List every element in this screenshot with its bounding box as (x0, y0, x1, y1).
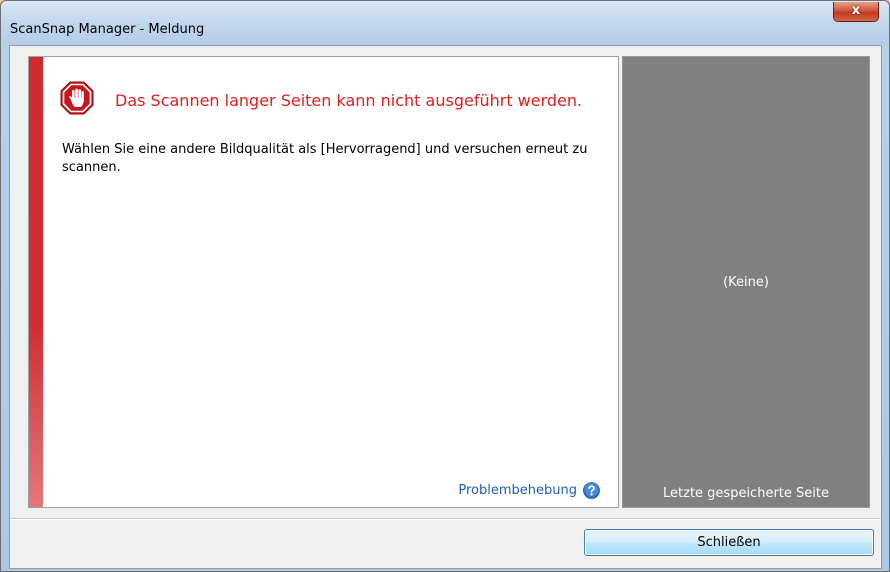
error-description: Wählen Sie eine andere Bildqualität als … (62, 142, 588, 175)
troubleshooting-link-label: Problembehebung (458, 483, 577, 498)
title-bar[interactable]: ScanSnap Manager - Meldung x (1, 1, 889, 45)
window-title: ScanSnap Manager - Meldung (10, 22, 205, 37)
message-dialog-window: ScanSnap Manager - Meldung x Das Scannen (0, 0, 890, 572)
error-headline: Das Scannen langer Seiten kann nicht aus… (115, 91, 583, 110)
window-close-button[interactable]: x (833, 2, 879, 22)
close-icon: x (851, 3, 861, 18)
help-question-icon (583, 482, 600, 499)
footer-divider (10, 518, 881, 520)
troubleshooting-link[interactable]: Problembehebung (458, 482, 600, 499)
close-button[interactable]: Schließen (584, 529, 874, 556)
stop-hand-icon (60, 81, 94, 115)
dialog-client-area: Das Scannen langer Seiten kann nicht aus… (9, 45, 882, 569)
message-panel: Das Scannen langer Seiten kann nicht aus… (28, 56, 619, 508)
preview-placeholder: (Keine) (723, 275, 769, 290)
error-accent-bar (29, 57, 43, 507)
preview-caption: Letzte gespeicherte Seite (663, 486, 829, 501)
page-preview-panel: (Keine) Letzte gespeicherte Seite (622, 56, 870, 508)
